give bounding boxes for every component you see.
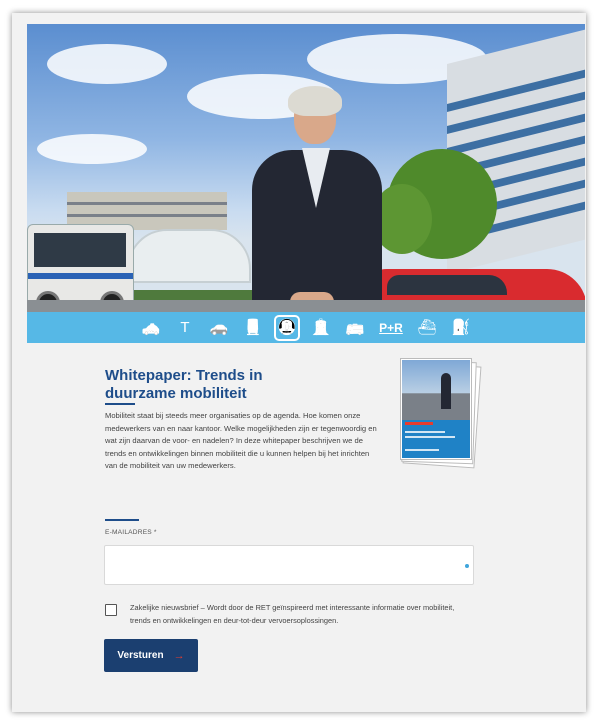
hero-image (27, 24, 585, 324)
bus (27, 224, 134, 315)
required-dot-icon (465, 564, 469, 568)
intro-text: Mobiliteit staat bij steeds meer organis… (105, 411, 377, 470)
email-label: E-MAILADRES * (105, 529, 157, 536)
submit-button[interactable]: Versturen → (104, 639, 198, 672)
taxi-icon[interactable]: 🚕 (140, 317, 162, 339)
page-frame: 🚕 T 🚗 🚆 🚇 🚊 🚌 P+R ⛴ ⛽ Whitepaper: Trends in duurz… (12, 13, 586, 712)
park-and-ride-icon[interactable]: P+R (378, 317, 404, 339)
email-field[interactable] (104, 545, 474, 585)
businessman (252, 86, 382, 324)
submit-label: Versturen (117, 650, 164, 661)
fuel-pump-icon[interactable]: ⛽ (450, 317, 472, 339)
metro-icon[interactable]: 🚇 (274, 314, 300, 341)
field-divider (105, 519, 139, 521)
train-icon[interactable]: 🚆 (242, 317, 264, 339)
car-icon[interactable]: 🚗 (208, 317, 230, 339)
transport-mode-bar: 🚕 T 🚗 🚆 🚇 🚊 🚌 P+R ⛴ ⛽ (27, 312, 585, 343)
bus-icon[interactable]: 🚌 (344, 317, 366, 339)
tram-icon[interactable]: 🚊 (310, 317, 332, 339)
station-canopy (127, 229, 251, 283)
newsletter-checkbox[interactable] (105, 604, 117, 616)
newsletter-label: Zakelijke nieuwsbrief – Wordt door de RE… (130, 603, 455, 625)
whitepaper-cover (400, 358, 482, 469)
title-underline (105, 403, 135, 405)
ferry-icon[interactable]: ⛴ (416, 317, 438, 339)
arrow-right-icon: → (173, 649, 185, 662)
page-title: Whitepaper: Trends in duurzame mobilitei… (105, 367, 263, 402)
walking-sign-icon[interactable]: T (174, 317, 196, 339)
